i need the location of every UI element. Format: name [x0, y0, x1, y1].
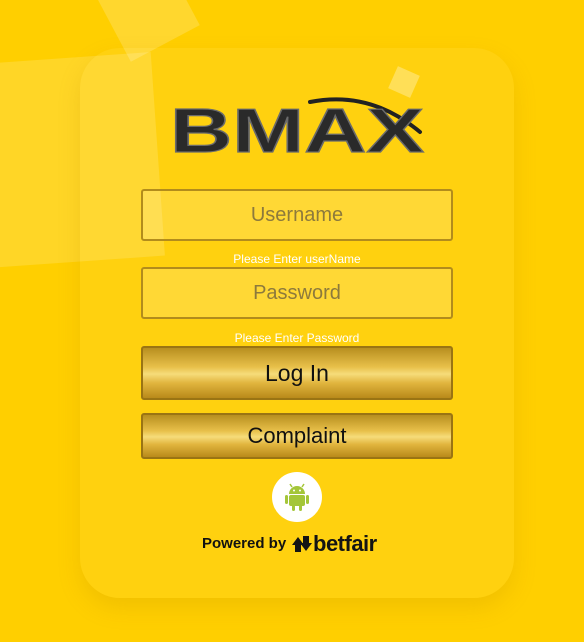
- powered-by-label: Powered by: [202, 535, 287, 552]
- android-app-button[interactable]: [272, 472, 322, 522]
- password-input[interactable]: [143, 269, 451, 317]
- password-hint: Please Enter Password: [234, 331, 360, 345]
- complaint-button[interactable]: Complaint: [141, 413, 453, 459]
- bmax-logo: BMAX: [170, 96, 425, 156]
- password-field[interactable]: [141, 267, 453, 319]
- svg-text:BMAX: BMAX: [170, 97, 424, 156]
- powered-by: Powered by betfair: [202, 531, 402, 557]
- login-button[interactable]: Log In: [141, 346, 453, 400]
- username-hint: Please Enter userName: [233, 252, 361, 266]
- betfair-arrows-icon: [292, 536, 312, 552]
- username-field[interactable]: [141, 189, 453, 241]
- android-icon: [285, 483, 309, 511]
- betfair-logo-text: betfair: [313, 531, 377, 556]
- username-input[interactable]: [143, 191, 451, 239]
